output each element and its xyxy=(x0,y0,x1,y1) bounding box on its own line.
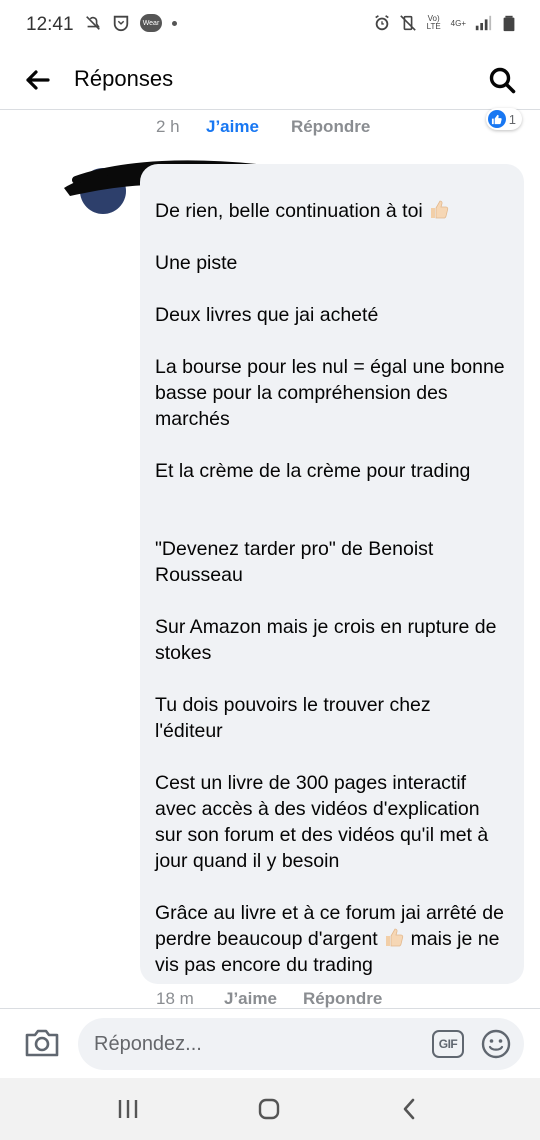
search-icon xyxy=(489,67,516,94)
comment-actions: 18 m J’aime Répondre xyxy=(156,988,382,1010)
dot-icon xyxy=(172,20,177,26)
vibrate-mute-icon xyxy=(399,15,416,31)
battery-icon xyxy=(503,15,515,32)
status-bar: 12:41 Wear Vo) LTE 4G+ xyxy=(0,0,540,52)
back-button[interactable] xyxy=(22,65,52,95)
home-icon xyxy=(258,1098,280,1120)
like-reaction-icon xyxy=(487,110,506,128)
status-right-icons: Vo) LTE 4G+ xyxy=(373,14,518,32)
comment-text: De rien, belle continuation à toi Une pi… xyxy=(155,198,515,978)
arrow-left-icon xyxy=(26,70,50,90)
comment-time: 2 h xyxy=(156,117,180,136)
recent-apps-icon xyxy=(118,1100,138,1118)
reply-button[interactable]: Répondre xyxy=(303,989,382,1009)
notifications-off-icon xyxy=(86,16,100,30)
volte-icon: Vo) LTE xyxy=(426,14,441,31)
wear-icon: Wear xyxy=(140,14,162,32)
page-title: Réponses xyxy=(74,66,174,91)
status-left-icons: Wear xyxy=(84,14,177,32)
system-nav-bar xyxy=(0,1078,540,1140)
thumbs-up-emoji-icon xyxy=(386,928,404,947)
comment-paragraph: La bourse pour les nul = égal une bonne … xyxy=(155,356,505,430)
smiley-icon[interactable] xyxy=(480,1028,512,1060)
header: Réponses xyxy=(0,52,540,110)
reaction-count: 1 xyxy=(508,111,516,127)
reaction-badge[interactable]: 1 xyxy=(485,108,522,130)
like-button[interactable]: J’aime xyxy=(224,989,277,1009)
like-button[interactable]: J’aime xyxy=(206,117,259,137)
4g-icon: 4G+ xyxy=(450,18,466,28)
reply-input[interactable]: Répondez... GIF xyxy=(78,1018,524,1070)
comment-paragraph: Cest un livre de 300 pages interactif av… xyxy=(155,772,489,872)
comment-paragraph: "Devenez tarder pro" de Benoist Rousseau xyxy=(155,538,434,586)
comment-paragraph: Une piste xyxy=(155,252,238,274)
comment-paragraph: Deux livres que jai acheté xyxy=(155,304,379,326)
signal-icon xyxy=(475,15,492,31)
comment-paragraph: Grâce au livre et à ce forum jai arrêté … xyxy=(155,902,504,976)
home-button[interactable] xyxy=(254,1096,284,1122)
comment-paragraph: De rien, belle continuation à toi xyxy=(155,198,515,224)
reply-placeholder: Répondez... xyxy=(94,1033,202,1055)
vpn-shield-icon xyxy=(113,15,129,32)
recent-apps-button[interactable] xyxy=(113,1096,143,1122)
back-nav-button[interactable] xyxy=(394,1096,424,1122)
reply-button[interactable]: Répondre xyxy=(291,117,370,137)
comment-time: 18 m xyxy=(156,989,194,1008)
top-comment-actions: 2 h J’aime Répondre xyxy=(156,116,370,138)
status-time: 12:41 xyxy=(26,14,74,35)
camera-icon[interactable] xyxy=(24,1027,60,1059)
thumbs-up-emoji-icon xyxy=(431,200,449,219)
comment-paragraph: Et la crème de la crème pour trading xyxy=(155,460,471,482)
back-chevron-icon xyxy=(403,1098,415,1120)
alarm-icon xyxy=(374,15,389,31)
reply-composer: Répondez... GIF xyxy=(0,1008,540,1078)
comment-paragraph: Tu dois pouvoirs le trouver chez l'édite… xyxy=(155,694,431,742)
comment-paragraph: Sur Amazon mais je crois en rupture de s… xyxy=(155,616,497,664)
gif-button[interactable]: GIF xyxy=(432,1030,464,1058)
search-button[interactable] xyxy=(486,64,518,96)
